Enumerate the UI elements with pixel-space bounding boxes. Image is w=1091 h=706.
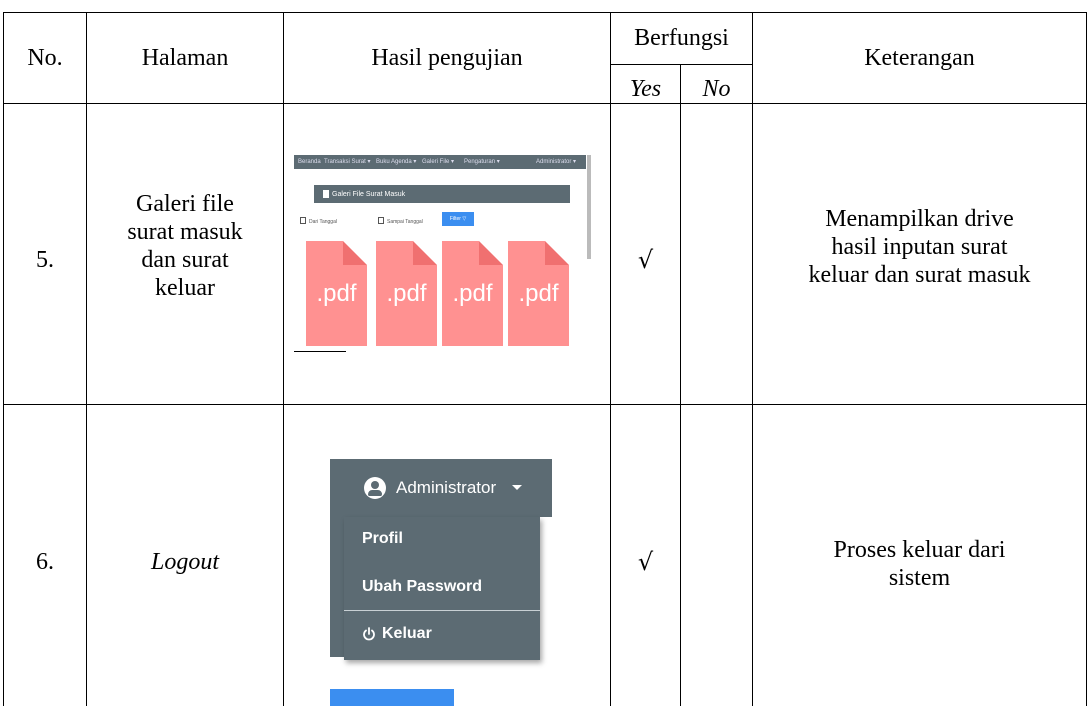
logout-screenshot: Administrator Profil Ubah Password Kelua… — [330, 459, 555, 706]
table-left-border — [3, 12, 4, 706]
user-dropdown-menu: Profil Ubah Password Keluar — [344, 517, 540, 660]
row6-yes-check: √ — [637, 548, 654, 576]
nav-item-beranda[interactable]: Beranda — [298, 158, 321, 166]
col-divider-no — [86, 12, 87, 706]
header-bottom-border — [3, 103, 1086, 104]
gallery-screenshot: Beranda Transaksi Surat ▾ Buku Agenda ▾ … — [294, 155, 594, 353]
pdf-label: .pdf — [452, 280, 493, 307]
nav-item-agenda[interactable]: Buku Agenda ▾ — [376, 158, 416, 166]
menu-divider — [344, 610, 540, 611]
row-divider — [3, 404, 1086, 405]
background-panel — [330, 517, 344, 657]
row5-yes-check: √ — [637, 246, 654, 274]
underline — [294, 351, 346, 352]
row5-keterangan-line: Menampilkan drive — [825, 206, 1014, 232]
pdf-label: .pdf — [386, 280, 427, 307]
pdf-file-icon[interactable]: .pdf — [508, 241, 569, 346]
header-hasil-pengujian: Hasil pengujian — [371, 45, 523, 71]
pdf-label: .pdf — [316, 280, 357, 307]
header-yes: Yes — [629, 76, 662, 102]
power-icon — [363, 627, 375, 641]
panel-title: Galeri File Surat Masuk — [332, 191, 406, 198]
row5-halaman-line: Galeri file — [136, 191, 234, 217]
row5-halaman-line: keluar — [155, 275, 215, 301]
table-top-border — [3, 12, 1086, 13]
pdf-file-icon[interactable]: .pdf — [306, 241, 367, 346]
nav-item-transaksi[interactable]: Transaksi Surat ▾ — [324, 158, 370, 166]
calendar-icon — [300, 217, 306, 224]
header-halaman: Halaman — [141, 45, 229, 71]
header-keterangan: Keterangan — [864, 45, 975, 71]
pdf-fold-corner — [479, 241, 503, 265]
menu-item-profil[interactable]: Profil — [362, 529, 403, 549]
file-icon — [323, 190, 329, 198]
background-blue-button — [330, 689, 454, 706]
row5-number: 5. — [36, 247, 54, 273]
caret-down-icon — [512, 485, 522, 490]
col-divider-yes-no — [680, 64, 681, 706]
pdf-fold-corner — [413, 241, 437, 265]
header-no-col: No — [702, 76, 731, 102]
calendar-icon — [378, 217, 384, 224]
row6-keterangan-line: Proses keluar dari — [833, 537, 1006, 563]
date-from-field[interactable]: Dari Tanggal — [309, 219, 337, 225]
row5-halaman-line: dan surat — [141, 247, 229, 273]
row5-keterangan-line: keluar dan surat masuk — [808, 262, 1031, 288]
header-no: No. — [27, 45, 63, 71]
row5-keterangan: Menampilkan drive hasil inputan surat ke… — [753, 205, 1086, 289]
row6-keterangan: Proses keluar dari sistem — [753, 536, 1086, 592]
filter-button[interactable]: Filter ▽ — [442, 212, 474, 226]
pdf-label: .pdf — [518, 280, 559, 307]
panel-header: Galeri File Surat Masuk — [314, 185, 570, 203]
row5-halaman-line: surat masuk — [127, 219, 243, 245]
pdf-file-icon[interactable]: .pdf — [376, 241, 437, 346]
menu-item-ubah-password[interactable]: Ubah Password — [362, 577, 482, 597]
row6-number: 6. — [36, 549, 54, 575]
berfungsi-divider — [610, 64, 752, 65]
date-to-field[interactable]: Sampai Tanggal — [387, 219, 423, 225]
col-divider-berfungsi — [752, 12, 753, 706]
user-circle-icon — [364, 477, 386, 499]
menu-item-keluar[interactable]: Keluar — [382, 624, 432, 644]
navbar: Beranda Transaksi Surat ▾ Buku Agenda ▾ … — [294, 155, 586, 169]
user-name: Administrator — [396, 478, 497, 497]
row5-halaman: Galeri file surat masuk dan surat keluar — [87, 190, 283, 302]
user-menu-toggle[interactable]: Administrator — [330, 459, 552, 517]
row6-halaman: Logout — [150, 549, 219, 575]
pdf-fold-corner — [545, 241, 569, 265]
row6-keterangan-line: sistem — [888, 565, 951, 591]
header-berfungsi: Berfungsi — [634, 25, 729, 51]
nav-user-menu[interactable]: Administrator ▾ — [536, 158, 576, 166]
col-divider-halaman — [283, 12, 284, 706]
nav-item-pengaturan[interactable]: Pengaturan ▾ — [464, 158, 500, 166]
table-right-border — [1086, 12, 1087, 706]
pdf-file-icon[interactable]: .pdf — [442, 241, 503, 346]
pdf-fold-corner — [343, 241, 367, 265]
col-divider-hasil — [610, 12, 611, 706]
nav-item-galeri[interactable]: Galeri File ▾ — [422, 158, 454, 166]
scrollbar[interactable] — [587, 155, 591, 259]
row5-keterangan-line: hasil inputan surat — [831, 234, 1008, 260]
